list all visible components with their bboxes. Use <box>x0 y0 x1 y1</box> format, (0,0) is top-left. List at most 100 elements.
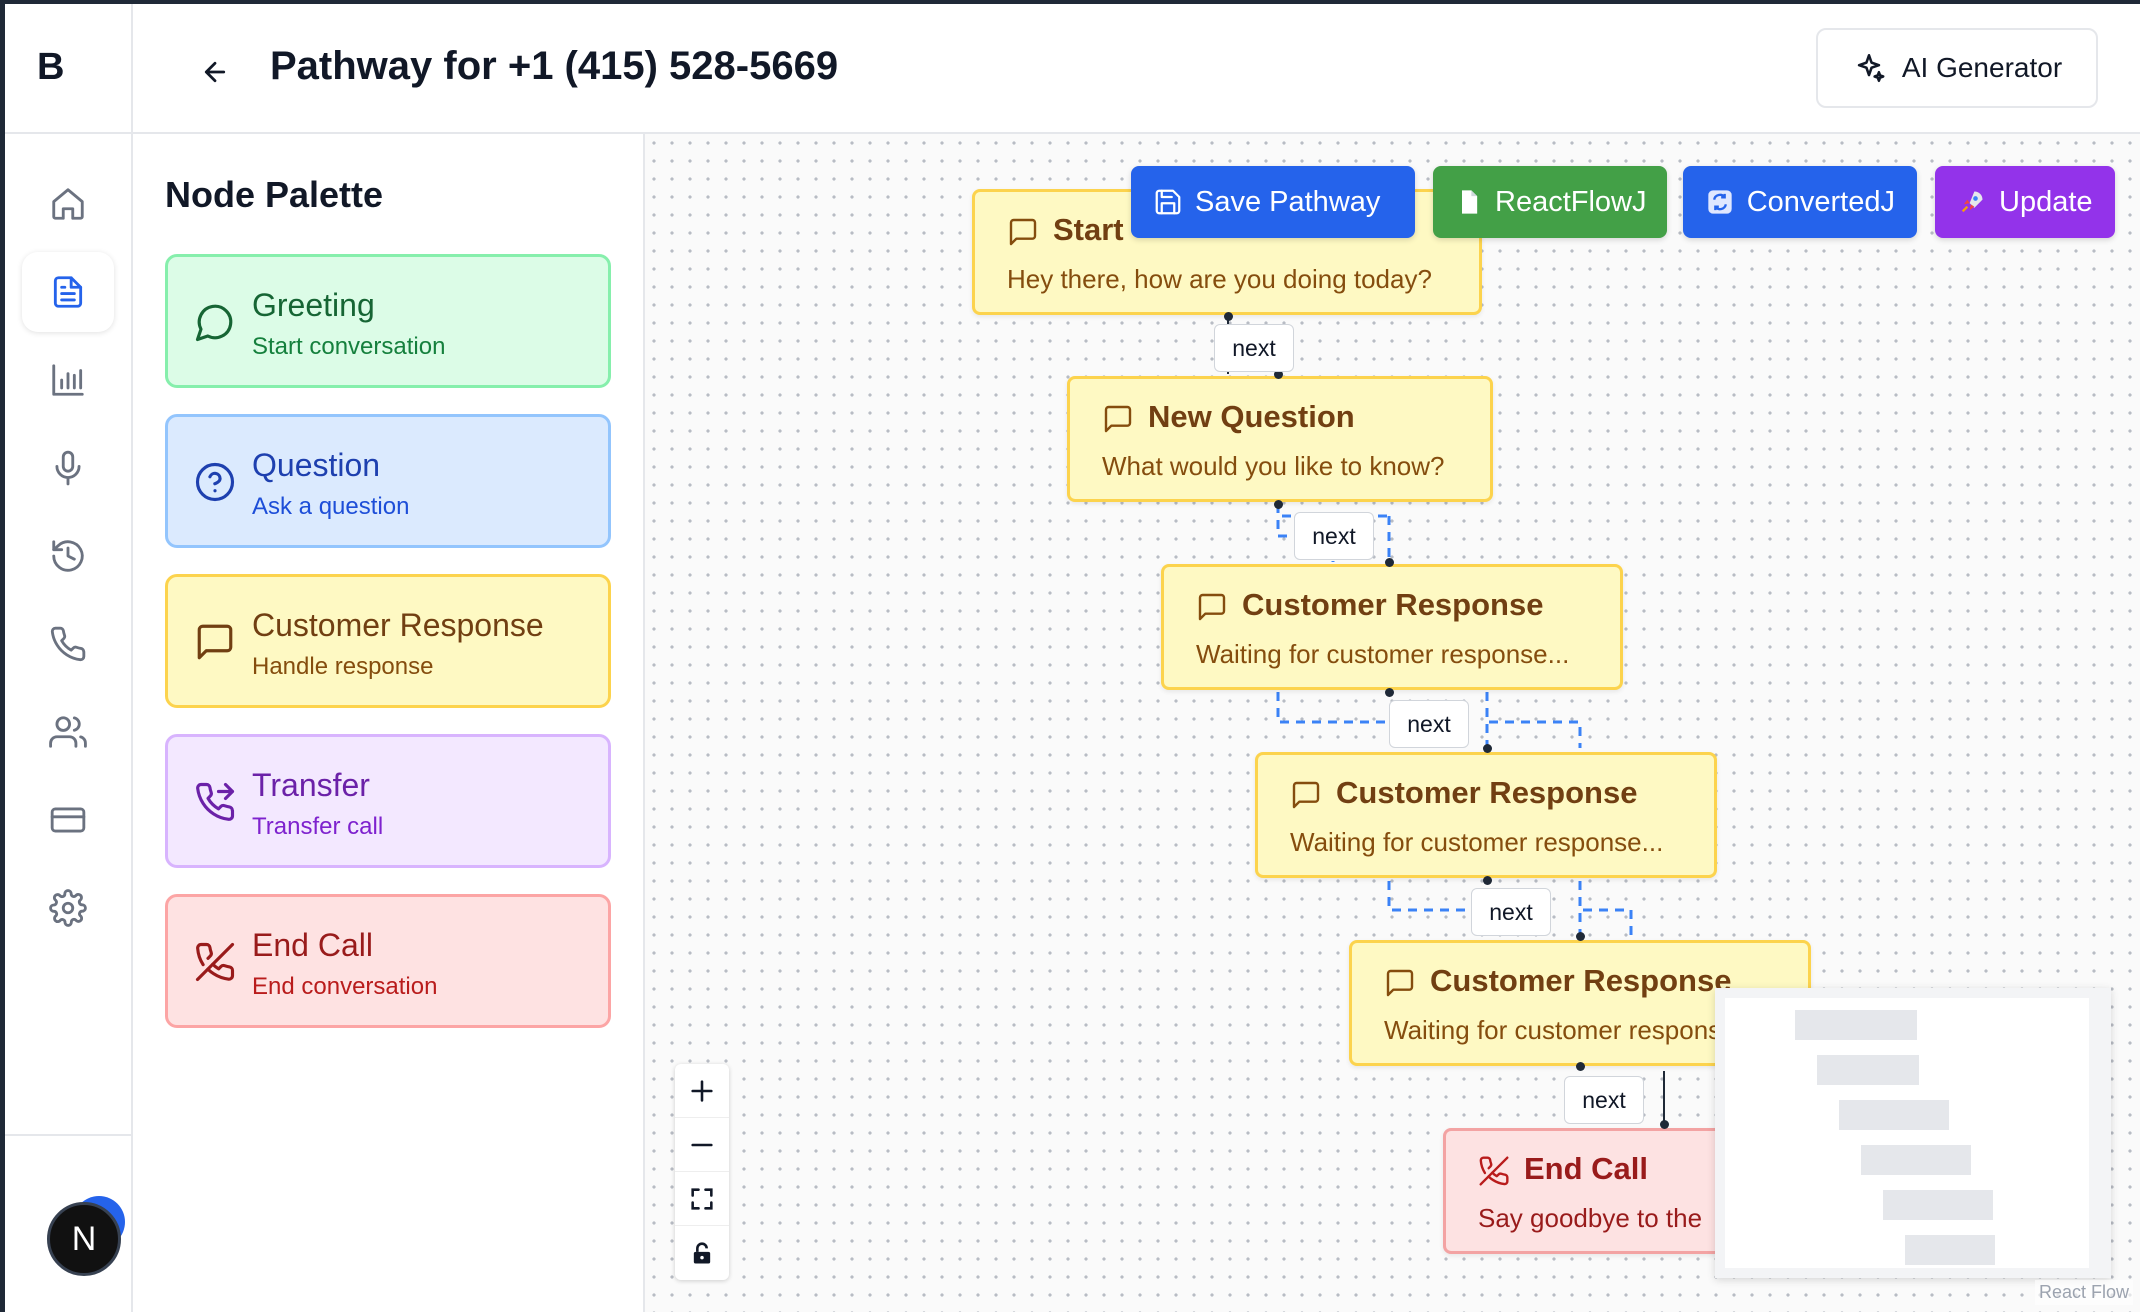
flow-node-customer-response[interactable]: Customer Response Waiting for customer r… <box>1255 752 1717 878</box>
palette-title: Node Palette <box>165 174 384 215</box>
help-circle-icon <box>195 462 235 502</box>
canvas-controls <box>675 1064 729 1280</box>
update-button[interactable]: Update <box>1935 166 2115 238</box>
sidebar-item-contacts[interactable] <box>22 692 114 772</box>
phone-forwarded-icon <box>196 782 235 821</box>
app-logo[interactable]: B <box>37 46 64 89</box>
file-text-icon <box>53 276 83 308</box>
fit-view-icon <box>691 1187 713 1210</box>
palette-item-description: End conversation <box>252 973 438 1000</box>
node-title: End Call <box>1524 1151 1649 1186</box>
palette-item-greeting[interactable]: Greeting Start conversation <box>165 254 611 388</box>
react-flow-attribution[interactable]: React Flow <box>2035 1280 2134 1305</box>
app-window: B N Pathway for +1 (415) 528-5669 AI Gen… <box>0 0 2140 1312</box>
edge-label[interactable]: next <box>1214 324 1294 372</box>
node-title: Customer Response <box>1242 587 1544 622</box>
edge-line <box>1485 692 1582 748</box>
edge-label[interactable]: next <box>1294 512 1374 560</box>
fit-view-button[interactable] <box>675 1172 729 1226</box>
sidebar-item-home[interactable] <box>22 164 114 244</box>
message-square-icon <box>1386 969 1414 997</box>
edge-line <box>1276 692 1389 724</box>
page-header: Pathway for +1 (415) 528-5669 AI Generat… <box>133 4 2140 134</box>
credit-card-icon <box>50 807 86 833</box>
node-handle[interactable] <box>1385 558 1394 567</box>
flow-node-end-call[interactable]: End Call Say goodbye to the <box>1443 1128 1743 1254</box>
minimap-node <box>1795 1010 1917 1040</box>
node-handle[interactable] <box>1576 1062 1585 1071</box>
edge-label[interactable]: next <box>1389 700 1469 748</box>
lock-icon <box>693 1242 711 1264</box>
edge-label[interactable]: next <box>1564 1076 1644 1124</box>
node-handle[interactable] <box>1224 312 1233 321</box>
message-square-icon <box>1104 405 1132 433</box>
convertedj-label: ConvertedJ <box>1746 185 1895 218</box>
palette-item-description: Handle response <box>252 653 434 680</box>
sidebar-item-voice[interactable] <box>22 428 114 508</box>
node-text: Hey there, how are you doing today? <box>1007 264 1432 294</box>
palette-item-end-call[interactable]: End Call End conversation <box>165 894 611 1028</box>
palette-item-label: Customer Response <box>252 607 544 643</box>
sidebar-item-pathways[interactable] <box>22 252 114 332</box>
user-avatar-area[interactable]: N <box>43 1192 133 1282</box>
sidebar-item-history[interactable] <box>22 516 114 596</box>
phone-off-icon <box>195 942 235 982</box>
node-palette: Node Palette Greeting Start conversation… <box>133 134 645 1312</box>
palette-item-question[interactable]: Question Ask a question <box>165 414 611 548</box>
palette-item-description: Transfer call <box>252 813 384 840</box>
node-title: Customer Response <box>1430 963 1732 998</box>
save-pathway-label: Save Pathway <box>1195 185 1381 218</box>
page-title: Pathway for +1 (415) 528-5669 <box>270 44 839 88</box>
sidebar-item-analytics[interactable] <box>22 340 114 420</box>
sidebar-item-billing[interactable] <box>22 780 114 860</box>
flow-node-new-question[interactable]: New Question What would you like to know… <box>1067 376 1493 502</box>
node-handle[interactable] <box>1576 932 1585 941</box>
message-square-icon <box>1292 781 1320 809</box>
gear-icon <box>49 889 87 927</box>
ai-generator-label: AI Generator <box>1901 52 2063 83</box>
zoom-in-button[interactable] <box>675 1064 729 1118</box>
flow-node-customer-response[interactable]: Customer Response Waiting for customer r… <box>1161 564 1623 690</box>
home-icon <box>52 188 84 220</box>
save-icon <box>1153 187 1183 217</box>
node-handle[interactable] <box>1483 876 1492 885</box>
edge-label[interactable]: next <box>1471 888 1551 936</box>
sidebar-item-settings[interactable] <box>22 868 114 948</box>
ai-generator-button[interactable]: AI Generator <box>1816 28 2098 108</box>
sidebar-divider <box>5 132 133 134</box>
node-text: Say goodbye to the <box>1478 1203 1703 1233</box>
avatar[interactable]: N <box>47 1202 121 1276</box>
node-handle[interactable] <box>1274 500 1283 509</box>
convertedj-button[interactable]: ConvertedJ <box>1683 166 1917 238</box>
palette-item-transfer[interactable]: Transfer Transfer call <box>165 734 611 868</box>
users-icon <box>49 716 87 748</box>
convert-icon <box>1705 187 1735 217</box>
palette-item-label: Transfer <box>252 767 370 803</box>
back-button[interactable] <box>193 50 237 94</box>
save-pathway-button[interactable]: Save Pathway <box>1131 166 1415 238</box>
flow-canvas[interactable]: Start Hey there, how are you doing today… <box>645 134 2140 1312</box>
node-handle[interactable] <box>1483 744 1492 753</box>
palette-item-customer-response[interactable]: Customer Response Handle response <box>165 574 611 708</box>
reactflowj-label: ReactFlowJ <box>1495 185 1647 218</box>
node-handle[interactable] <box>1385 688 1394 697</box>
minimap[interactable] <box>1715 988 2111 1278</box>
message-circle-icon <box>195 304 233 342</box>
node-handle[interactable] <box>1660 1120 1669 1129</box>
microphone-icon <box>55 450 81 486</box>
sidebar-bottom-divider <box>5 1134 133 1136</box>
document-icon <box>1455 187 1483 217</box>
phone-icon <box>50 626 86 662</box>
minimap-node <box>1839 1100 1949 1130</box>
sparkles-icon <box>1857 53 1885 83</box>
phone-off-icon <box>1479 1156 1509 1186</box>
node-text: Waiting for customer response... <box>1384 1015 1758 1045</box>
reactflowj-button[interactable]: ReactFlowJ <box>1433 166 1667 238</box>
lock-button[interactable] <box>675 1226 729 1280</box>
node-title: Start <box>1053 212 1124 247</box>
minimap-node <box>1861 1145 1971 1175</box>
edge-line <box>1578 881 1633 936</box>
sidebar-item-calls[interactable] <box>22 604 114 684</box>
zoom-out-button[interactable] <box>675 1118 729 1172</box>
palette-item-label: End Call <box>252 927 373 963</box>
